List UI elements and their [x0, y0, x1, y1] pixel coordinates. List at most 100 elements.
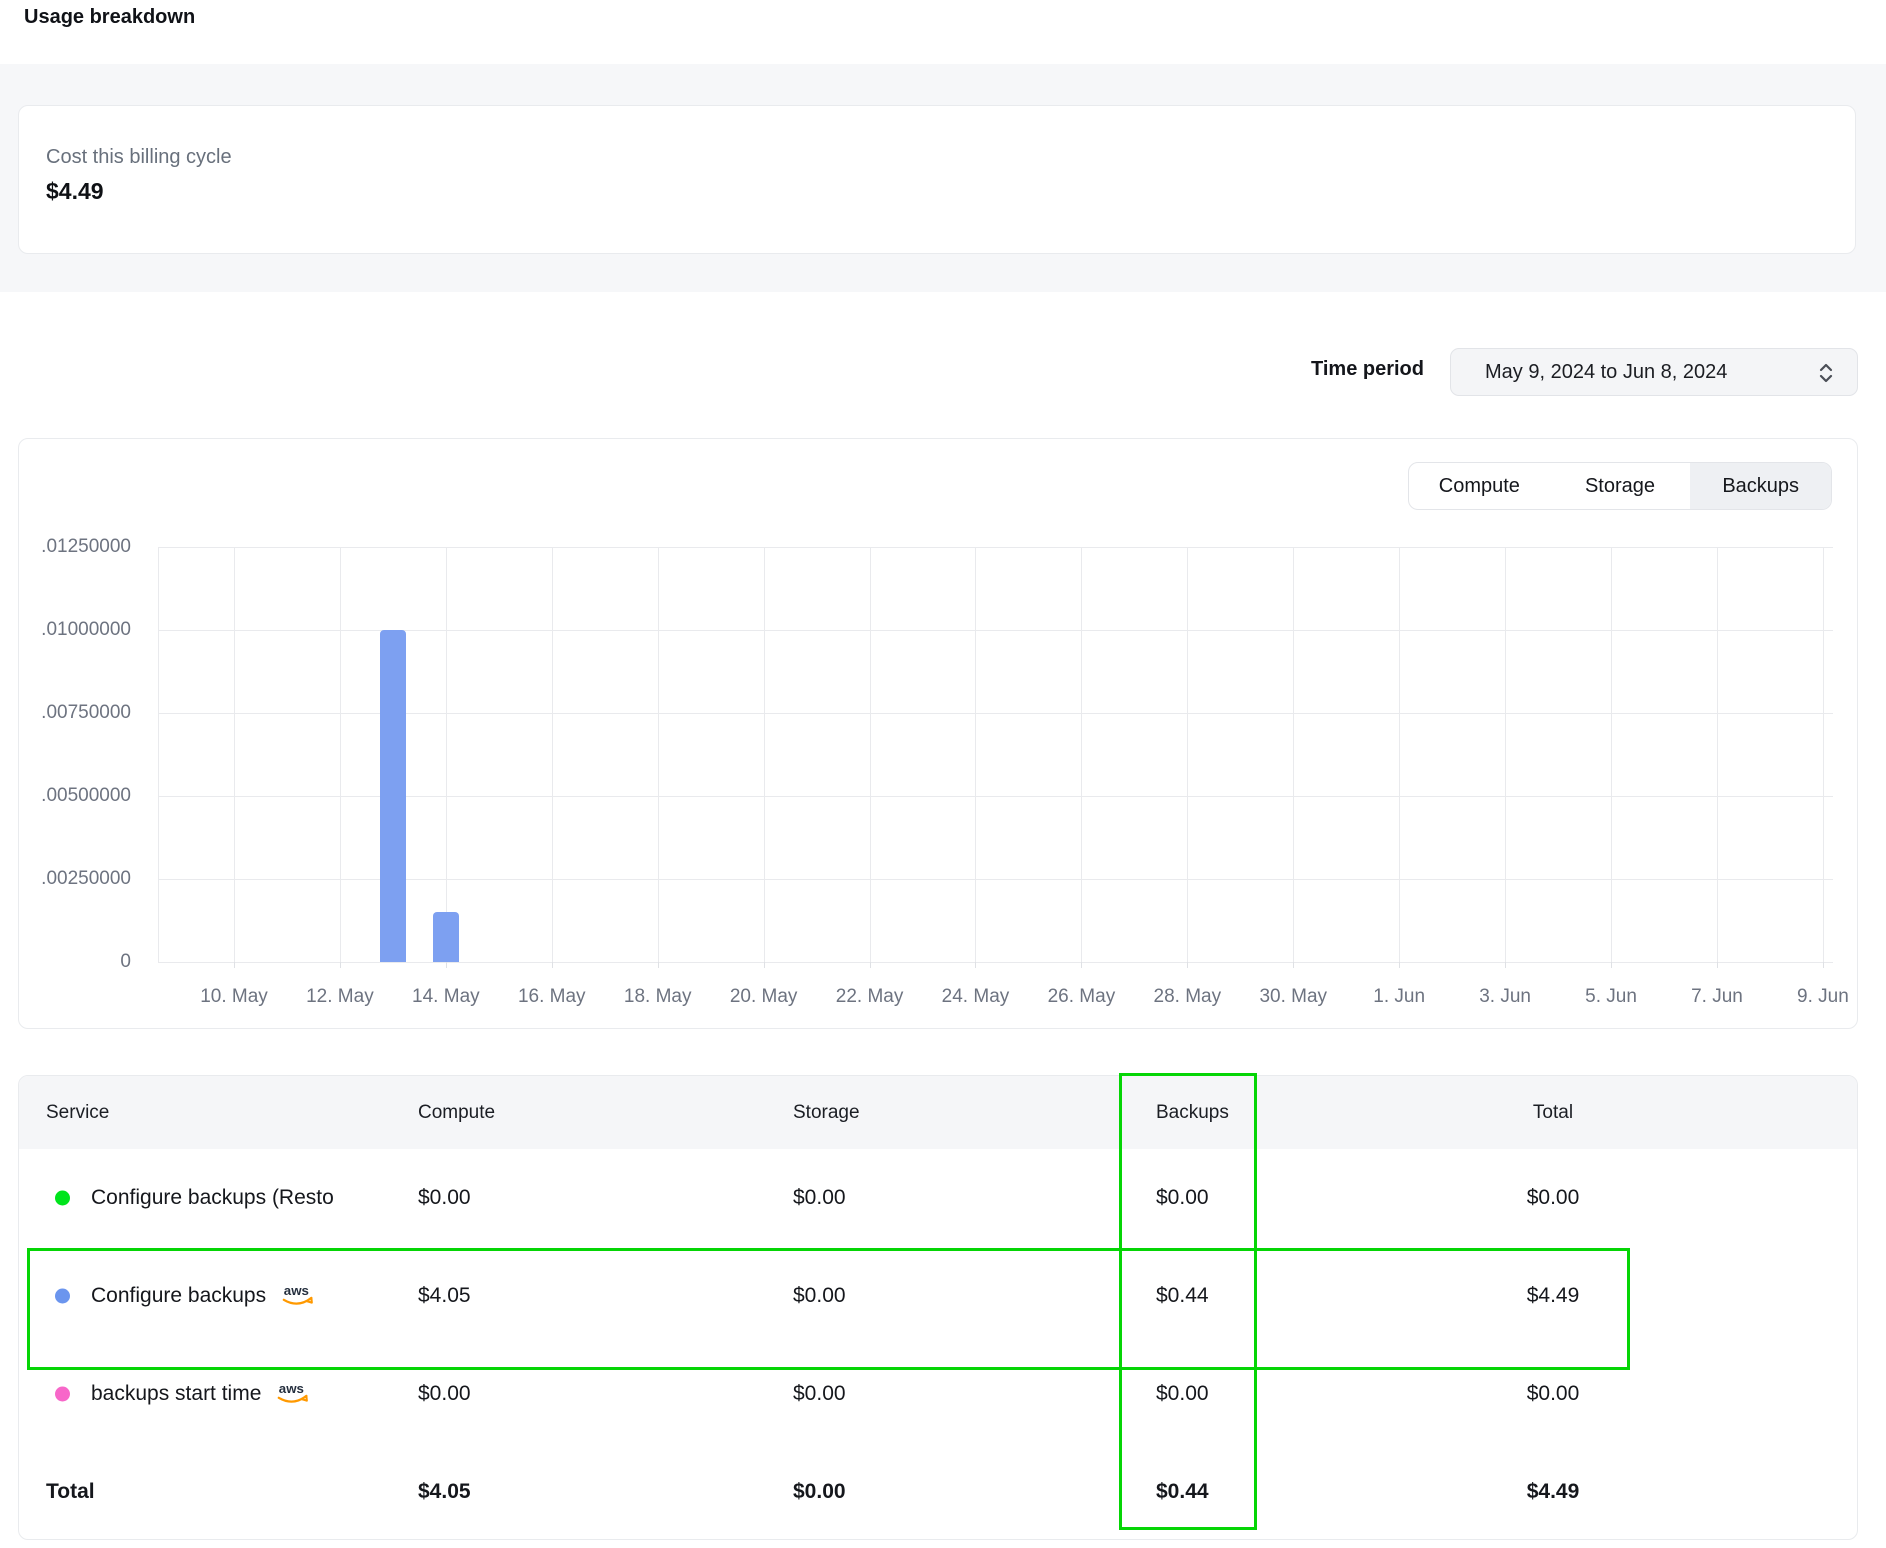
x-axis-tick	[1187, 962, 1188, 968]
storage-value: $0.00	[793, 1186, 846, 1210]
x-gridline	[340, 547, 341, 962]
table-total-row: Total $4.05 $0.00 $0.44 $4.49	[19, 1443, 1857, 1540]
x-axis-tick	[1081, 962, 1082, 968]
plot-left-edge	[158, 547, 159, 962]
x-axis-tick-label: 16. May	[518, 986, 586, 1008]
total-value: $0.00	[1453, 1382, 1653, 1406]
service-name: backups start time aws	[91, 1380, 313, 1408]
compute-value: $0.00	[418, 1382, 471, 1406]
time-period-value: May 9, 2024 to Jun 8, 2024	[1485, 361, 1727, 384]
x-axis-tick-label: 5. Jun	[1585, 986, 1637, 1008]
storage-value: $0.00	[793, 1382, 846, 1406]
compute-value: $0.00	[418, 1186, 471, 1210]
x-gridline	[1823, 547, 1824, 962]
x-axis-tick	[975, 962, 976, 968]
x-gridline	[1081, 547, 1082, 962]
usage-bar-13-may[interactable]	[380, 630, 406, 962]
service-color-dot	[55, 1191, 70, 1206]
storage-total: $0.00	[793, 1480, 846, 1504]
tab-compute[interactable]: Compute	[1409, 463, 1550, 509]
x-axis-tick	[1823, 962, 1824, 968]
aws-logo-icon: aws	[275, 1380, 313, 1408]
x-gridline	[658, 547, 659, 962]
table-row: Configure backups (Resto $0.00 $0.00 $0.…	[19, 1149, 1857, 1247]
usage-chart-card: Compute Storage Backups .01250000 .010000…	[18, 438, 1858, 1029]
x-axis-tick	[552, 962, 553, 968]
y-axis-tick-label: .01250000	[41, 536, 131, 558]
x-gridline	[975, 547, 976, 962]
aws-logo-icon: aws	[280, 1282, 318, 1310]
x-gridline	[764, 547, 765, 962]
tab-backups[interactable]: Backups	[1690, 463, 1831, 509]
y-axis-tick-label: .00500000	[41, 785, 131, 807]
chevron-updown-icon	[1815, 361, 1837, 385]
x-gridline	[1505, 547, 1506, 962]
compute-total: $4.05	[418, 1480, 471, 1504]
table-header-row: Service Compute Storage Backups Total	[19, 1076, 1857, 1149]
svg-text:aws: aws	[284, 1283, 309, 1298]
x-axis-tick-label: 22. May	[836, 986, 904, 1008]
table-row: backups start time aws $0.00 $0.00 $0.00…	[19, 1345, 1857, 1443]
usage-breakdown-page: Usage breakdown Cost this billing cycle …	[0, 0, 1886, 1548]
x-axis-tick	[1505, 962, 1506, 968]
y-gridline	[158, 962, 1833, 963]
backups-total: $0.44	[1156, 1480, 1209, 1504]
column-header-total: Total	[1453, 1102, 1653, 1124]
x-axis-tick-label: 26. May	[1048, 986, 1116, 1008]
total-value: $0.00	[1453, 1186, 1653, 1210]
x-axis-tick-label: 28. May	[1154, 986, 1222, 1008]
x-axis-tick-label: 14. May	[412, 986, 480, 1008]
y-gridline	[158, 879, 1833, 880]
x-axis-tick-label: 1. Jun	[1373, 986, 1425, 1008]
x-axis-tick-label: 20. May	[730, 986, 798, 1008]
x-axis-tick	[340, 962, 341, 968]
y-axis-tick-label: .01000000	[41, 619, 131, 641]
x-gridline	[870, 547, 871, 962]
usage-table: Service Compute Storage Backups Total Co…	[18, 1075, 1858, 1540]
usage-bar-14-may[interactable]	[433, 912, 459, 962]
total-value: $4.49	[1453, 1284, 1653, 1308]
x-axis-tick	[870, 962, 871, 968]
x-axis-tick-label: 12. May	[306, 986, 374, 1008]
service-name: Configure backups (Resto	[91, 1186, 334, 1210]
time-period-select[interactable]: May 9, 2024 to Jun 8, 2024	[1450, 348, 1858, 396]
x-gridline	[234, 547, 235, 962]
x-axis-tick	[1293, 962, 1294, 968]
x-axis-tick-label: 7. Jun	[1691, 986, 1743, 1008]
backups-value: $0.00	[1156, 1382, 1209, 1406]
y-axis-tick-label: .00750000	[41, 702, 131, 724]
x-axis-tick	[446, 962, 447, 968]
total-row-label: Total	[46, 1480, 95, 1504]
service-color-dot	[55, 1289, 70, 1304]
y-gridline	[158, 630, 1833, 631]
page-title: Usage breakdown	[24, 6, 195, 29]
x-gridline	[446, 547, 447, 962]
x-axis-tick	[764, 962, 765, 968]
backups-value: $0.44	[1156, 1284, 1209, 1308]
compute-value: $4.05	[418, 1284, 471, 1308]
x-axis-tick	[658, 962, 659, 968]
x-axis-tick-label: 9. Jun	[1797, 986, 1849, 1008]
x-gridline	[552, 547, 553, 962]
column-header-storage: Storage	[793, 1102, 860, 1124]
chart-metric-tabs: Compute Storage Backups	[1408, 462, 1832, 510]
billing-cost-label: Cost this billing cycle	[46, 146, 232, 169]
time-period-label: Time period	[1311, 358, 1424, 381]
x-gridline	[1717, 547, 1718, 962]
y-gridline	[158, 796, 1833, 797]
storage-value: $0.00	[793, 1284, 846, 1308]
x-gridline	[1399, 547, 1400, 962]
grand-total: $4.49	[1453, 1480, 1653, 1504]
column-header-backups: Backups	[1156, 1102, 1229, 1124]
x-gridline	[1187, 547, 1188, 962]
column-header-service: Service	[46, 1102, 109, 1124]
x-axis-tick	[1611, 962, 1612, 968]
svg-text:aws: aws	[279, 1381, 304, 1396]
x-axis-tick-label: 24. May	[942, 986, 1010, 1008]
x-gridline	[1293, 547, 1294, 962]
column-header-compute: Compute	[418, 1102, 495, 1124]
x-axis-tick-label: 10. May	[200, 986, 268, 1008]
x-axis-tick-label: 3. Jun	[1479, 986, 1531, 1008]
tab-storage[interactable]: Storage	[1550, 463, 1691, 509]
billing-cost-card: Cost this billing cycle $4.49	[18, 105, 1856, 254]
